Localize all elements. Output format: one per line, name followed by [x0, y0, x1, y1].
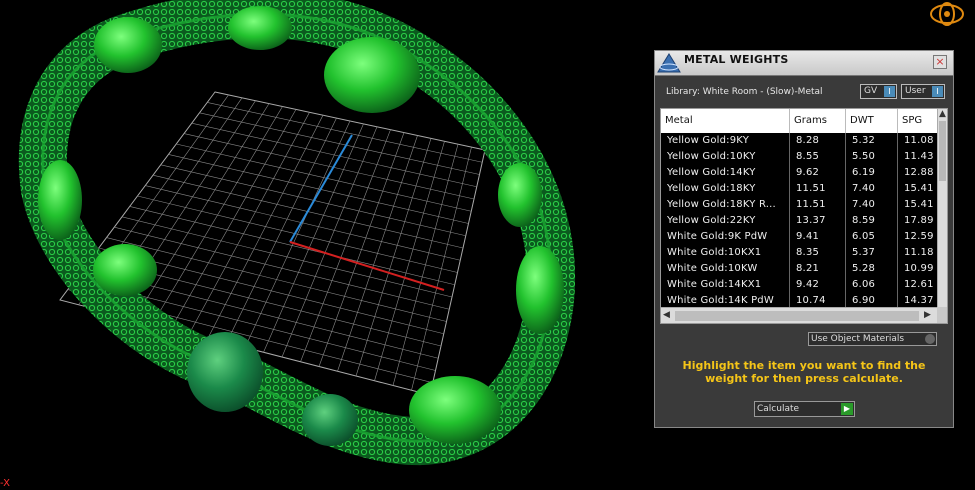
cell-metal: White Gold:10KW [661, 261, 790, 277]
table-body: Yellow Gold:9KY 8.28 5.32 11.08 Yellow Gold:… [661, 133, 937, 309]
cell-metal: Yellow Gold:18KY [661, 181, 790, 197]
metal-weights-panel: METAL WEIGHTS × Library: White Room - (S… [654, 50, 954, 428]
cell-spg: 11.08 [904, 135, 934, 146]
axis-x-line [289, 241, 445, 291]
table-row[interactable]: White Gold:10KX1 8.35 5.37 11.18 [661, 245, 937, 261]
cell-metal: Yellow Gold:22KY [661, 213, 790, 229]
table-row[interactable]: Yellow Gold:18KY 11.51 7.40 15.41 [661, 181, 937, 197]
cell-grams: 9.41 [790, 229, 846, 245]
cell-dwt: 6.19 [846, 165, 898, 181]
table-row[interactable]: Yellow Gold:18KY R... 11.51 7.40 15.41 [661, 197, 937, 213]
gv-toggle-indicator: I [884, 86, 895, 97]
cell-metal: Yellow Gold:10KY [661, 149, 790, 165]
scroll-up-arrow-icon[interactable]: ▲ [939, 109, 946, 119]
cell-spg: 11.43 [904, 151, 934, 162]
close-button[interactable]: × [933, 55, 947, 69]
user-toggle-indicator: I [932, 86, 943, 97]
cell-spg: 15.41 [904, 183, 934, 194]
cell-dwt: 6.06 [846, 277, 898, 293]
cell-dwt: 5.50 [846, 149, 898, 165]
cell-dwt: 7.40 [846, 197, 898, 213]
cell-dwt: 7.40 [846, 181, 898, 197]
cell-grams: 8.21 [790, 261, 846, 277]
cell-dwt: 5.37 [846, 245, 898, 261]
cell-grams: 9.42 [790, 277, 846, 293]
cell-metal: White Gold:10KX1 [661, 245, 790, 261]
cell-spg: 12.59 [904, 231, 934, 242]
grid-line [392, 144, 459, 386]
play-icon: ▶ [841, 403, 853, 415]
cell-grams: 8.28 [790, 133, 846, 149]
user-toggle-label: User [905, 86, 926, 96]
table-row[interactable]: White Gold:10KW 8.21 5.28 10.99 [661, 261, 937, 277]
cell-spg: 17.89 [904, 215, 934, 226]
use-object-materials-toggle[interactable]: Use Object Materials [808, 332, 937, 346]
gv-toggle-label: GV [864, 86, 878, 96]
scroll-left-arrow-icon[interactable]: ◀ [663, 310, 670, 320]
cell-grams: 11.51 [790, 197, 846, 213]
column-header-metal[interactable]: Metal [661, 109, 790, 133]
table-row[interactable]: Yellow Gold:10KY 8.55 5.50 11.43 [661, 149, 937, 165]
orbit-icon[interactable] [927, 0, 967, 32]
cell-dwt: 6.05 [846, 229, 898, 245]
cell-spg: 10.99 [904, 263, 934, 274]
cell-dwt: 8.59 [846, 213, 898, 229]
cell-grams: 13.37 [790, 213, 846, 229]
gv-toggle[interactable]: GV I [860, 84, 897, 99]
cell-spg: 12.88 [904, 167, 934, 178]
cell-grams: 8.35 [790, 245, 846, 261]
column-header-dwt[interactable]: DWT [846, 109, 898, 133]
grid-plane [59, 91, 486, 396]
grid-line [411, 147, 472, 391]
table-row[interactable]: White Gold:9K PdW 9.41 6.05 12.59 [661, 229, 937, 245]
cell-dwt: 5.32 [846, 133, 898, 149]
horizontal-scrollbar[interactable]: ◀ ▶ [661, 307, 937, 323]
table-row[interactable]: White Gold:14KX1 9.42 6.06 12.61 [661, 277, 937, 293]
radio-dot-icon [925, 334, 935, 344]
cell-metal: Yellow Gold:9KY [661, 133, 790, 149]
column-header-spg[interactable]: SPG [898, 109, 937, 133]
user-toggle[interactable]: User I [901, 84, 945, 99]
scroll-right-arrow-icon[interactable]: ▶ [924, 310, 931, 320]
cell-grams: 9.62 [790, 165, 846, 181]
table-row[interactable]: Yellow Gold:22KY 13.37 8.59 17.89 [661, 213, 937, 229]
metal-weights-logo-icon [657, 53, 681, 73]
cell-metal: Yellow Gold:18KY R... [661, 197, 790, 213]
horizontal-scroll-thumb[interactable] [675, 311, 919, 321]
table-row[interactable]: Yellow Gold:9KY 8.28 5.32 11.08 [661, 133, 937, 149]
calculate-label: Calculate [757, 404, 800, 414]
cell-spg: 11.18 [904, 247, 934, 258]
cell-spg: 15.41 [904, 199, 934, 210]
table-row[interactable]: Yellow Gold:14KY 9.62 6.19 12.88 [661, 165, 937, 181]
panel-titlebar[interactable]: METAL WEIGHTS × [655, 51, 953, 76]
vertical-scrollbar[interactable]: ▲ [937, 109, 947, 307]
column-header-grams[interactable]: Grams [790, 109, 846, 133]
vertical-scroll-thumb[interactable] [939, 121, 946, 181]
use-object-materials-label: Use Object Materials [811, 334, 905, 344]
axis-x-label: -X [0, 478, 10, 489]
metal-table: Metal Grams DWT SPG Yellow Gold:9KY 8.28 5… [660, 108, 948, 324]
hint-text: Highlight the item you want to find the … [682, 359, 926, 385]
cell-dwt: 5.28 [846, 261, 898, 277]
cell-grams: 8.55 [790, 149, 846, 165]
table-header: Metal Grams DWT SPG [661, 109, 937, 133]
cell-grams: 11.51 [790, 181, 846, 197]
axis-y-line [289, 134, 353, 243]
library-label: Library: White Room - (Slow)-Metal [666, 87, 823, 97]
cell-metal: White Gold:9K PdW [661, 229, 790, 245]
calculate-button[interactable]: Calculate ▶ [754, 401, 855, 417]
cell-spg: 12.61 [904, 279, 934, 290]
panel-title: METAL WEIGHTS [684, 53, 789, 66]
cell-metal: Yellow Gold:14KY [661, 165, 790, 181]
cell-metal: White Gold:14KX1 [661, 277, 790, 293]
